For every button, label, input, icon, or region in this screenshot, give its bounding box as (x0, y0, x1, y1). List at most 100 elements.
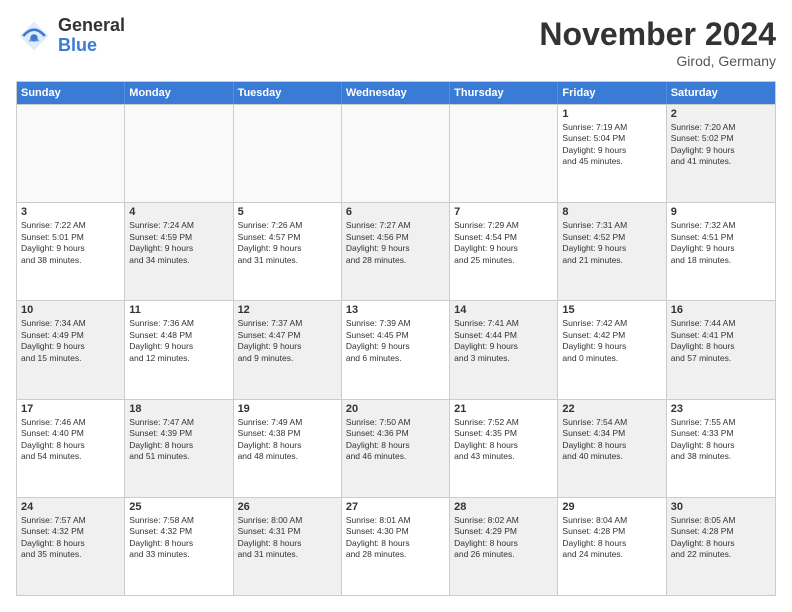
calendar-cell-empty-0-2 (234, 105, 342, 202)
day-number: 1 (562, 108, 661, 120)
calendar-cell-12: 12 Sunrise: 7:37 AM Sunset: 4:47 PM Dayli… (234, 301, 342, 398)
day-info: Sunrise: 7:52 AM Sunset: 4:35 PM Dayligh… (454, 417, 553, 463)
day-info: Sunrise: 7:37 AM Sunset: 4:47 PM Dayligh… (238, 318, 337, 364)
calendar-cell-28: 28Sunrise: 8:02 AM Sunset: 4:29 PM Dayli… (450, 498, 558, 595)
day-number: 25 (129, 501, 228, 513)
calendar-cell-11: 11 Sunrise: 7:36 AM Sunset: 4:48 PM Dayli… (125, 301, 233, 398)
day-info: Sunrise: 7:36 AM Sunset: 4:48 PM Dayligh… (129, 318, 228, 364)
day-info: Sunrise: 7:47 AM Sunset: 4:39 PM Dayligh… (129, 417, 228, 463)
day-number: 9 (671, 206, 771, 218)
day-info: Sunrise: 7:20 AM Sunset: 5:02 PM Dayligh… (671, 122, 771, 168)
calendar-cell-13: 13 Sunrise: 7:39 AM Sunset: 4:45 PM Dayli… (342, 301, 450, 398)
day-info: Sunrise: 7:44 AM Sunset: 4:41 PM Dayligh… (671, 318, 771, 364)
day-info: Sunrise: 7:39 AM Sunset: 4:45 PM Dayligh… (346, 318, 445, 364)
calendar-cell-30: 30Sunrise: 8:05 AM Sunset: 4:28 PM Dayli… (667, 498, 775, 595)
weekday-header-tuesday: Tuesday (234, 82, 342, 104)
location: Girod, Germany (539, 53, 776, 69)
day-number: 24 (21, 501, 120, 513)
calendar: SundayMondayTuesdayWednesdayThursdayFrid… (16, 81, 776, 596)
logo-blue: Blue (58, 36, 125, 56)
calendar-row-2: 10Sunrise: 7:34 AM Sunset: 4:49 PM Dayli… (17, 300, 775, 398)
day-number: 26 (238, 501, 337, 513)
calendar-cell-empty-0-3 (342, 105, 450, 202)
weekday-header-friday: Friday (558, 82, 666, 104)
day-number: 27 (346, 501, 445, 513)
calendar-body: 1 Sunrise: 7:19 AM Sunset: 5:04 PM Daylig… (17, 104, 775, 595)
day-number: 23 (671, 403, 771, 415)
calendar-cell-26: 26Sunrise: 8:00 AM Sunset: 4:31 PM Dayli… (234, 498, 342, 595)
day-info: Sunrise: 7:19 AM Sunset: 5:04 PM Dayligh… (562, 122, 661, 168)
day-number: 15 (562, 304, 661, 316)
day-info: Sunrise: 7:58 AM Sunset: 4:32 PM Dayligh… (129, 515, 228, 561)
day-info: Sunrise: 7:57 AM Sunset: 4:32 PM Dayligh… (21, 515, 120, 561)
calendar-cell-1: 1 Sunrise: 7:19 AM Sunset: 5:04 PM Daylig… (558, 105, 666, 202)
day-info: Sunrise: 8:01 AM Sunset: 4:30 PM Dayligh… (346, 515, 445, 561)
day-info: Sunrise: 7:49 AM Sunset: 4:38 PM Dayligh… (238, 417, 337, 463)
calendar-cell-20: 20 Sunrise: 7:50 AM Sunset: 4:36 PM Dayli… (342, 400, 450, 497)
day-number: 21 (454, 403, 553, 415)
weekday-header-thursday: Thursday (450, 82, 558, 104)
calendar-cell-8: 8 Sunrise: 7:31 AM Sunset: 4:52 PM Daylig… (558, 203, 666, 300)
day-info: Sunrise: 7:24 AM Sunset: 4:59 PM Dayligh… (129, 220, 228, 266)
weekday-header-monday: Monday (125, 82, 233, 104)
day-number: 18 (129, 403, 228, 415)
calendar-cell-19: 19Sunrise: 7:49 AM Sunset: 4:38 PM Dayli… (234, 400, 342, 497)
day-info: Sunrise: 7:41 AM Sunset: 4:44 PM Dayligh… (454, 318, 553, 364)
day-number: 5 (238, 206, 337, 218)
day-number: 16 (671, 304, 771, 316)
day-info: Sunrise: 7:34 AM Sunset: 4:49 PM Dayligh… (21, 318, 120, 364)
day-number: 11 (129, 304, 228, 316)
day-info: Sunrise: 7:50 AM Sunset: 4:36 PM Dayligh… (346, 417, 445, 463)
day-info: Sunrise: 7:22 AM Sunset: 5:01 PM Dayligh… (21, 220, 120, 266)
day-info: Sunrise: 7:32 AM Sunset: 4:51 PM Dayligh… (671, 220, 771, 266)
day-info: Sunrise: 7:26 AM Sunset: 4:57 PM Dayligh… (238, 220, 337, 266)
calendar-cell-4: 4 Sunrise: 7:24 AM Sunset: 4:59 PM Daylig… (125, 203, 233, 300)
calendar-cell-17: 17Sunrise: 7:46 AM Sunset: 4:40 PM Dayli… (17, 400, 125, 497)
day-number: 30 (671, 501, 771, 513)
day-info: Sunrise: 7:31 AM Sunset: 4:52 PM Dayligh… (562, 220, 661, 266)
weekday-header-wednesday: Wednesday (342, 82, 450, 104)
logo: General Blue (16, 16, 125, 56)
day-number: 17 (21, 403, 120, 415)
calendar-cell-2: 2 Sunrise: 7:20 AM Sunset: 5:02 PM Daylig… (667, 105, 775, 202)
calendar-row-4: 24 Sunrise: 7:57 AM Sunset: 4:32 PM Dayli… (17, 497, 775, 595)
day-info: Sunrise: 7:29 AM Sunset: 4:54 PM Dayligh… (454, 220, 553, 266)
calendar-cell-empty-0-1 (125, 105, 233, 202)
calendar-cell-6: 6 Sunrise: 7:27 AM Sunset: 4:56 PM Daylig… (342, 203, 450, 300)
calendar-cell-9: 9 Sunrise: 7:32 AM Sunset: 4:51 PM Daylig… (667, 203, 775, 300)
logo-general: General (58, 16, 125, 36)
page: General Blue November 2024 Girod, German… (0, 0, 792, 612)
calendar-cell-empty-0-4 (450, 105, 558, 202)
calendar-cell-24: 24 Sunrise: 7:57 AM Sunset: 4:32 PM Dayli… (17, 498, 125, 595)
day-number: 6 (346, 206, 445, 218)
calendar-cell-21: 21 Sunrise: 7:52 AM Sunset: 4:35 PM Dayli… (450, 400, 558, 497)
day-number: 13 (346, 304, 445, 316)
day-number: 8 (562, 206, 661, 218)
day-number: 12 (238, 304, 337, 316)
day-number: 20 (346, 403, 445, 415)
calendar-cell-10: 10Sunrise: 7:34 AM Sunset: 4:49 PM Dayli… (17, 301, 125, 398)
day-number: 2 (671, 108, 771, 120)
day-info: Sunrise: 7:27 AM Sunset: 4:56 PM Dayligh… (346, 220, 445, 266)
weekday-header-saturday: Saturday (667, 82, 775, 104)
calendar-cell-5: 5 Sunrise: 7:26 AM Sunset: 4:57 PM Daylig… (234, 203, 342, 300)
calendar-header: SundayMondayTuesdayWednesdayThursdayFrid… (17, 82, 775, 104)
header: General Blue November 2024 Girod, German… (16, 16, 776, 69)
calendar-row-0: 1 Sunrise: 7:19 AM Sunset: 5:04 PM Daylig… (17, 104, 775, 202)
title-section: November 2024 Girod, Germany (539, 16, 776, 69)
calendar-cell-22: 22Sunrise: 7:54 AM Sunset: 4:34 PM Dayli… (558, 400, 666, 497)
logo-icon (16, 18, 52, 54)
calendar-cell-empty-0-0 (17, 105, 125, 202)
calendar-cell-14: 14 Sunrise: 7:41 AM Sunset: 4:44 PM Dayli… (450, 301, 558, 398)
calendar-cell-23: 23Sunrise: 7:55 AM Sunset: 4:33 PM Dayli… (667, 400, 775, 497)
calendar-cell-7: 7Sunrise: 7:29 AM Sunset: 4:54 PM Daylig… (450, 203, 558, 300)
day-number: 4 (129, 206, 228, 218)
day-number: 29 (562, 501, 661, 513)
weekday-header-sunday: Sunday (17, 82, 125, 104)
calendar-cell-16: 16 Sunrise: 7:44 AM Sunset: 4:41 PM Dayli… (667, 301, 775, 398)
calendar-row-1: 3Sunrise: 7:22 AM Sunset: 5:01 PM Daylig… (17, 202, 775, 300)
day-number: 28 (454, 501, 553, 513)
day-info: Sunrise: 7:54 AM Sunset: 4:34 PM Dayligh… (562, 417, 661, 463)
day-number: 14 (454, 304, 553, 316)
calendar-cell-25: 25 Sunrise: 7:58 AM Sunset: 4:32 PM Dayli… (125, 498, 233, 595)
